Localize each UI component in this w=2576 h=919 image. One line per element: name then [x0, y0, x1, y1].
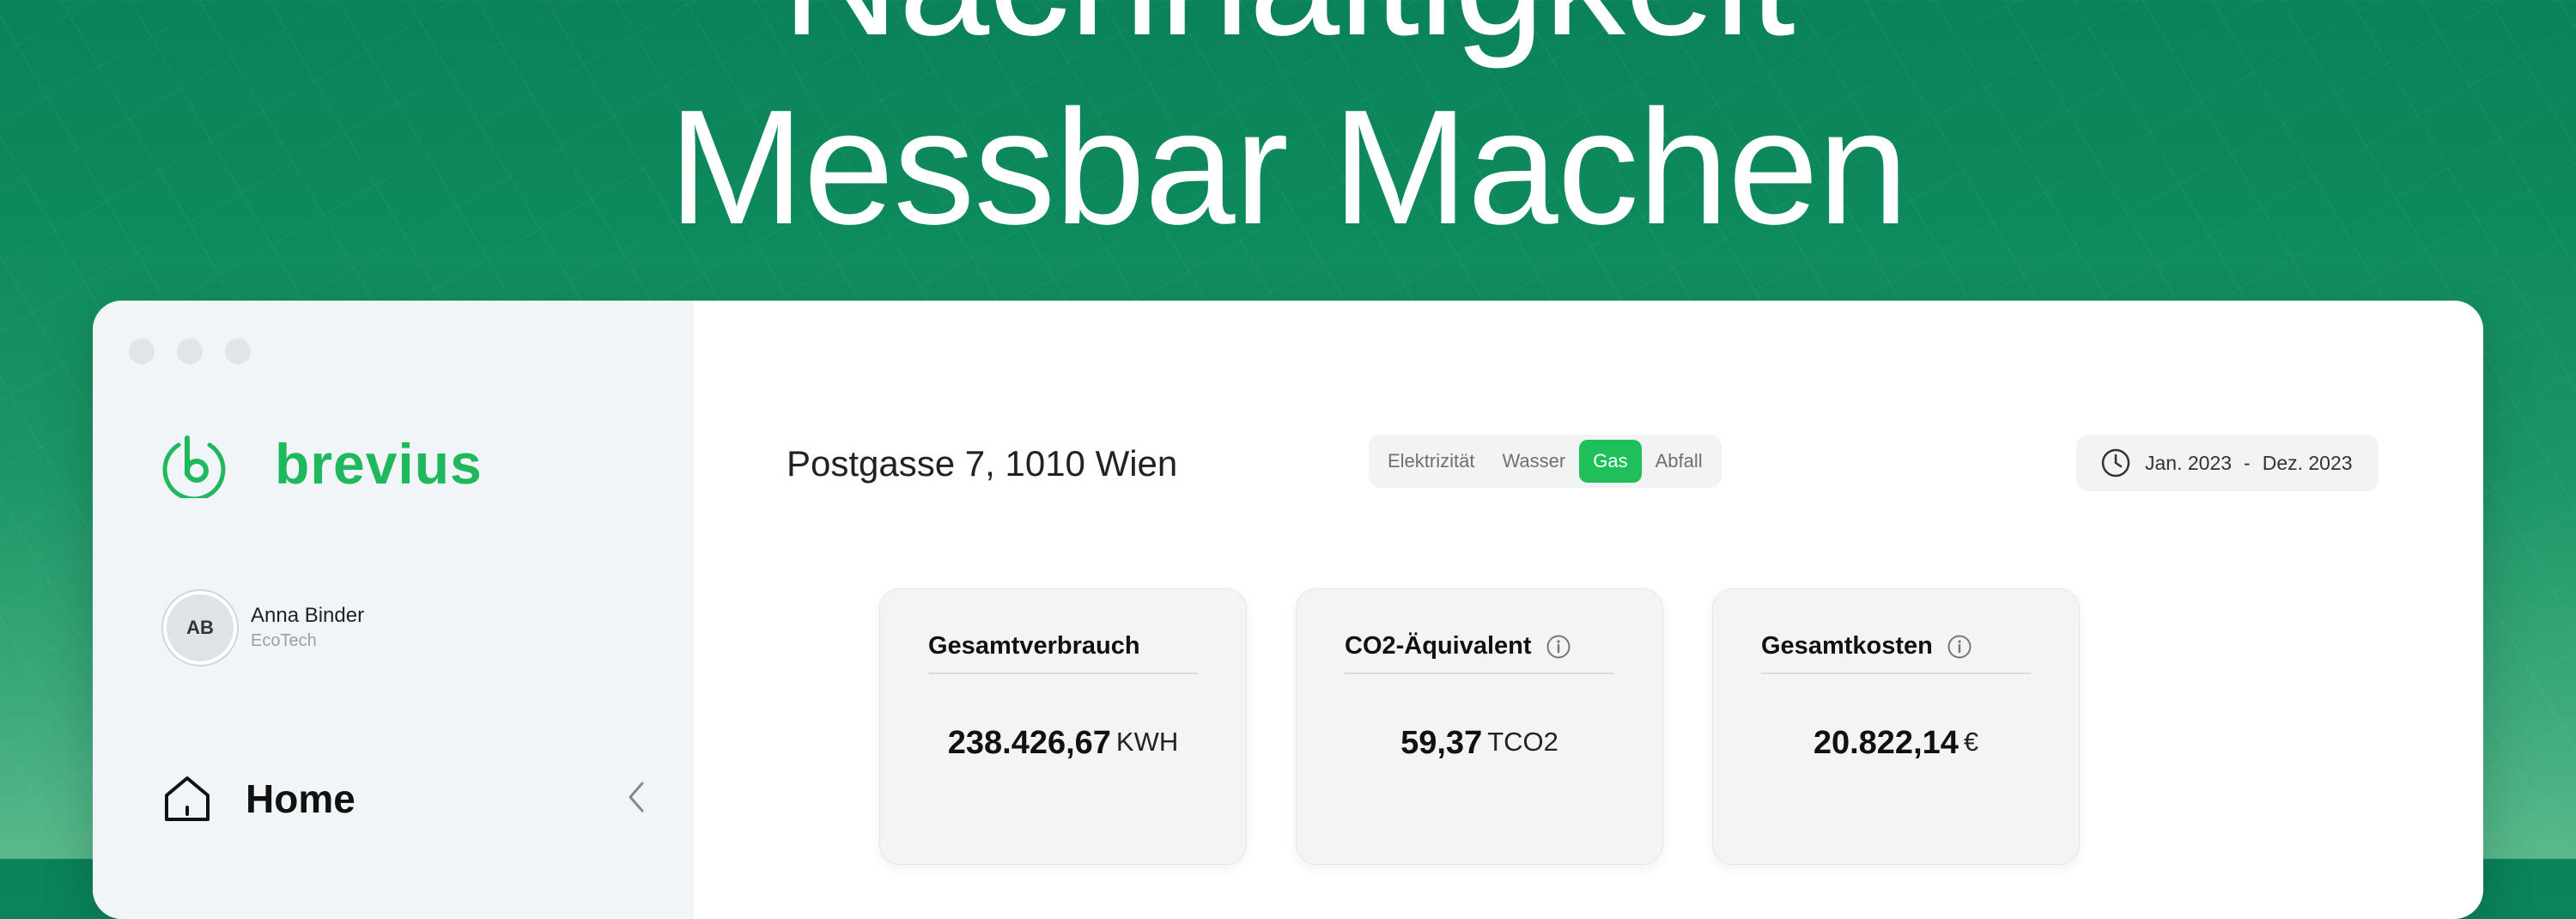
card-title: Gesamtverbrauch	[928, 632, 1198, 674]
tab-elektrizitaet[interactable]: Elektrizität	[1374, 440, 1488, 483]
hero-title-line-2: Messbar Machen	[668, 76, 1908, 259]
card-title: CO2-Äquivalent	[1345, 632, 1614, 674]
card-value-unit: KWH	[1115, 727, 1179, 757]
brevius-logo-icon	[162, 435, 226, 498]
app-window: brevius AB Anna Binder EcoTech Home Post…	[93, 301, 2483, 919]
window-minimize-button[interactable]	[177, 338, 203, 364]
sidebar-item-home[interactable]: Home	[160, 764, 658, 833]
user-profile[interactable]: AB Anna Binder EcoTech	[163, 591, 364, 665]
brand-logo[interactable]: brevius	[160, 429, 483, 498]
card-value-unit: TCO2	[1487, 727, 1558, 757]
user-name: Anna Binder	[251, 604, 365, 627]
sidebar-item-label: Home	[246, 776, 355, 821]
card-gesamtkosten[interactable]: Gesamtkosten 20.822,14 €	[1712, 588, 2080, 865]
info-icon[interactable]	[1546, 634, 1571, 660]
home-icon	[165, 776, 210, 821]
tab-gas[interactable]: Gas	[1579, 440, 1642, 483]
card-value-number: 238.426,67	[947, 725, 1111, 761]
resource-tabs: Elektrizität Wasser Gas Abfall	[1369, 435, 1722, 488]
card-value: 59,37 TCO2	[1297, 725, 1662, 762]
window-maximize-button[interactable]	[225, 338, 251, 364]
card-value-number: 59,37	[1400, 725, 1483, 761]
window-controls	[129, 338, 251, 364]
clock-icon	[2101, 448, 2130, 478]
tab-wasser[interactable]: Wasser	[1488, 440, 1579, 483]
date-range-end: Dez. 2023	[2262, 451, 2353, 474]
date-range-picker[interactable]: Jan. 2023 - Dez. 2023	[2076, 435, 2379, 491]
tab-abfall[interactable]: Abfall	[1642, 440, 1716, 483]
card-co2-aequivalent[interactable]: CO2-Äquivalent 59,37 TCO2	[1296, 588, 1663, 865]
chevron-left-icon[interactable]	[625, 778, 647, 816]
hero-title-line-1: Nachhaltigkeit	[0, 0, 2576, 64]
card-value-unit: €	[1963, 727, 1979, 757]
sidebar: brevius AB Anna Binder EcoTech Home	[93, 301, 694, 919]
card-gesamtverbrauch[interactable]: Gesamtverbrauch 238.426,67 KWH	[879, 588, 1247, 865]
user-company: EcoTech	[251, 631, 317, 650]
card-value-number: 20.822,14	[1813, 725, 1959, 761]
date-range-separator: -	[2244, 451, 2251, 474]
card-title-text: Gesamtverbrauch	[928, 632, 1140, 660]
card-title: Gesamtkosten	[1761, 632, 2031, 674]
page-title: Postgasse 7, 1010 Wien	[787, 443, 1178, 484]
avatar: AB	[163, 591, 237, 665]
card-title-text: Gesamtkosten	[1761, 632, 1933, 660]
card-value: 238.426,67 KWH	[880, 725, 1246, 762]
date-range-start: Jan. 2023	[2145, 451, 2233, 474]
card-title-text: CO2-Äquivalent	[1345, 632, 1532, 660]
window-close-button[interactable]	[129, 338, 155, 364]
brand-name: brevius	[275, 432, 483, 496]
main-content: Postgasse 7, 1010 Wien Elektrizität Wass…	[694, 301, 2483, 919]
card-value: 20.822,14 €	[1713, 725, 2079, 762]
info-icon[interactable]	[1947, 634, 1972, 660]
